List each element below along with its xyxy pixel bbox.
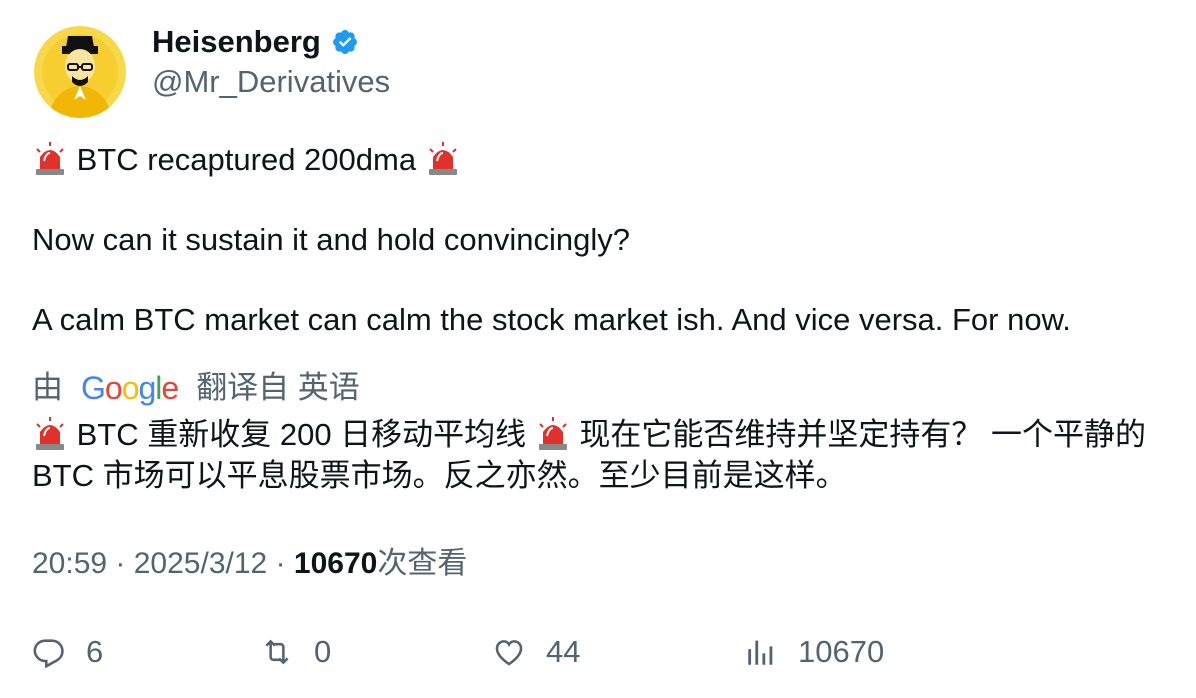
google-logo: Google bbox=[81, 370, 179, 406]
reply-button[interactable]: 6 bbox=[32, 630, 103, 674]
reply-icon bbox=[33, 639, 64, 669]
tweet-line-1-text: BTC recaptured 200dma bbox=[76, 142, 417, 177]
siren-emoji-icon bbox=[538, 417, 567, 450]
translated-by: 由 Google 翻译自 英语 bbox=[32, 366, 360, 410]
like-button[interactable]: 44 bbox=[492, 630, 580, 674]
translation-text: BTC 重新收复 200 日移动平均线 现在它能否维持并坚定持有？ 一个平静的 … bbox=[32, 414, 1167, 496]
translation-source-label[interactable]: 翻译自 英语 bbox=[196, 366, 360, 410]
analytics-icon bbox=[748, 640, 773, 665]
tweet-line-1: BTC recaptured 200dma bbox=[32, 140, 1172, 180]
tweet-text: BTC recaptured 200dma Now can it sustain… bbox=[32, 140, 1172, 340]
siren-emoji-icon bbox=[36, 417, 64, 450]
avatar[interactable] bbox=[34, 26, 126, 118]
retweet-button[interactable]: 0 bbox=[260, 630, 331, 674]
translated-by-prefix: 由 bbox=[32, 370, 63, 405]
like-count: 44 bbox=[546, 634, 581, 669]
meta-separator: · bbox=[115, 547, 134, 580]
author-name[interactable]: Heisenberg bbox=[152, 22, 359, 62]
siren-emoji-icon bbox=[428, 142, 457, 175]
heisenberg-avatar-icon bbox=[34, 26, 126, 118]
heart-icon bbox=[495, 640, 523, 666]
reply-count: 6 bbox=[86, 634, 104, 669]
action-bar: 6 0 44 10670 bbox=[32, 630, 1172, 674]
display-name[interactable]: Heisenberg bbox=[152, 22, 321, 62]
meta-separator: · bbox=[275, 547, 294, 580]
views-action-count: 10670 bbox=[798, 634, 885, 669]
verified-badge-icon bbox=[332, 30, 357, 54]
author-handle[interactable]: @Mr_Derivatives bbox=[152, 62, 390, 102]
tweet-line-2: Now can it sustain it and hold convincin… bbox=[32, 222, 630, 257]
tweet-meta: 20:59 · 2025/3/12 · 10670次查看 bbox=[32, 544, 467, 584]
retweet-icon bbox=[265, 639, 289, 665]
retweet-count: 0 bbox=[314, 634, 332, 669]
tweet-time[interactable]: 20:59 bbox=[32, 547, 107, 580]
siren-emoji-icon bbox=[36, 142, 64, 175]
views-count: 10670 bbox=[293, 547, 378, 580]
views-button[interactable]: 10670 bbox=[744, 630, 884, 674]
tweet-line-3: A calm BTC market can calm the stock mar… bbox=[32, 302, 1071, 337]
views-label: 次查看 bbox=[377, 547, 468, 580]
translation-part-1: BTC 重新收复 200 日移动平均线 bbox=[68, 417, 535, 452]
tweet-date[interactable]: 2025/3/12 bbox=[134, 547, 267, 580]
